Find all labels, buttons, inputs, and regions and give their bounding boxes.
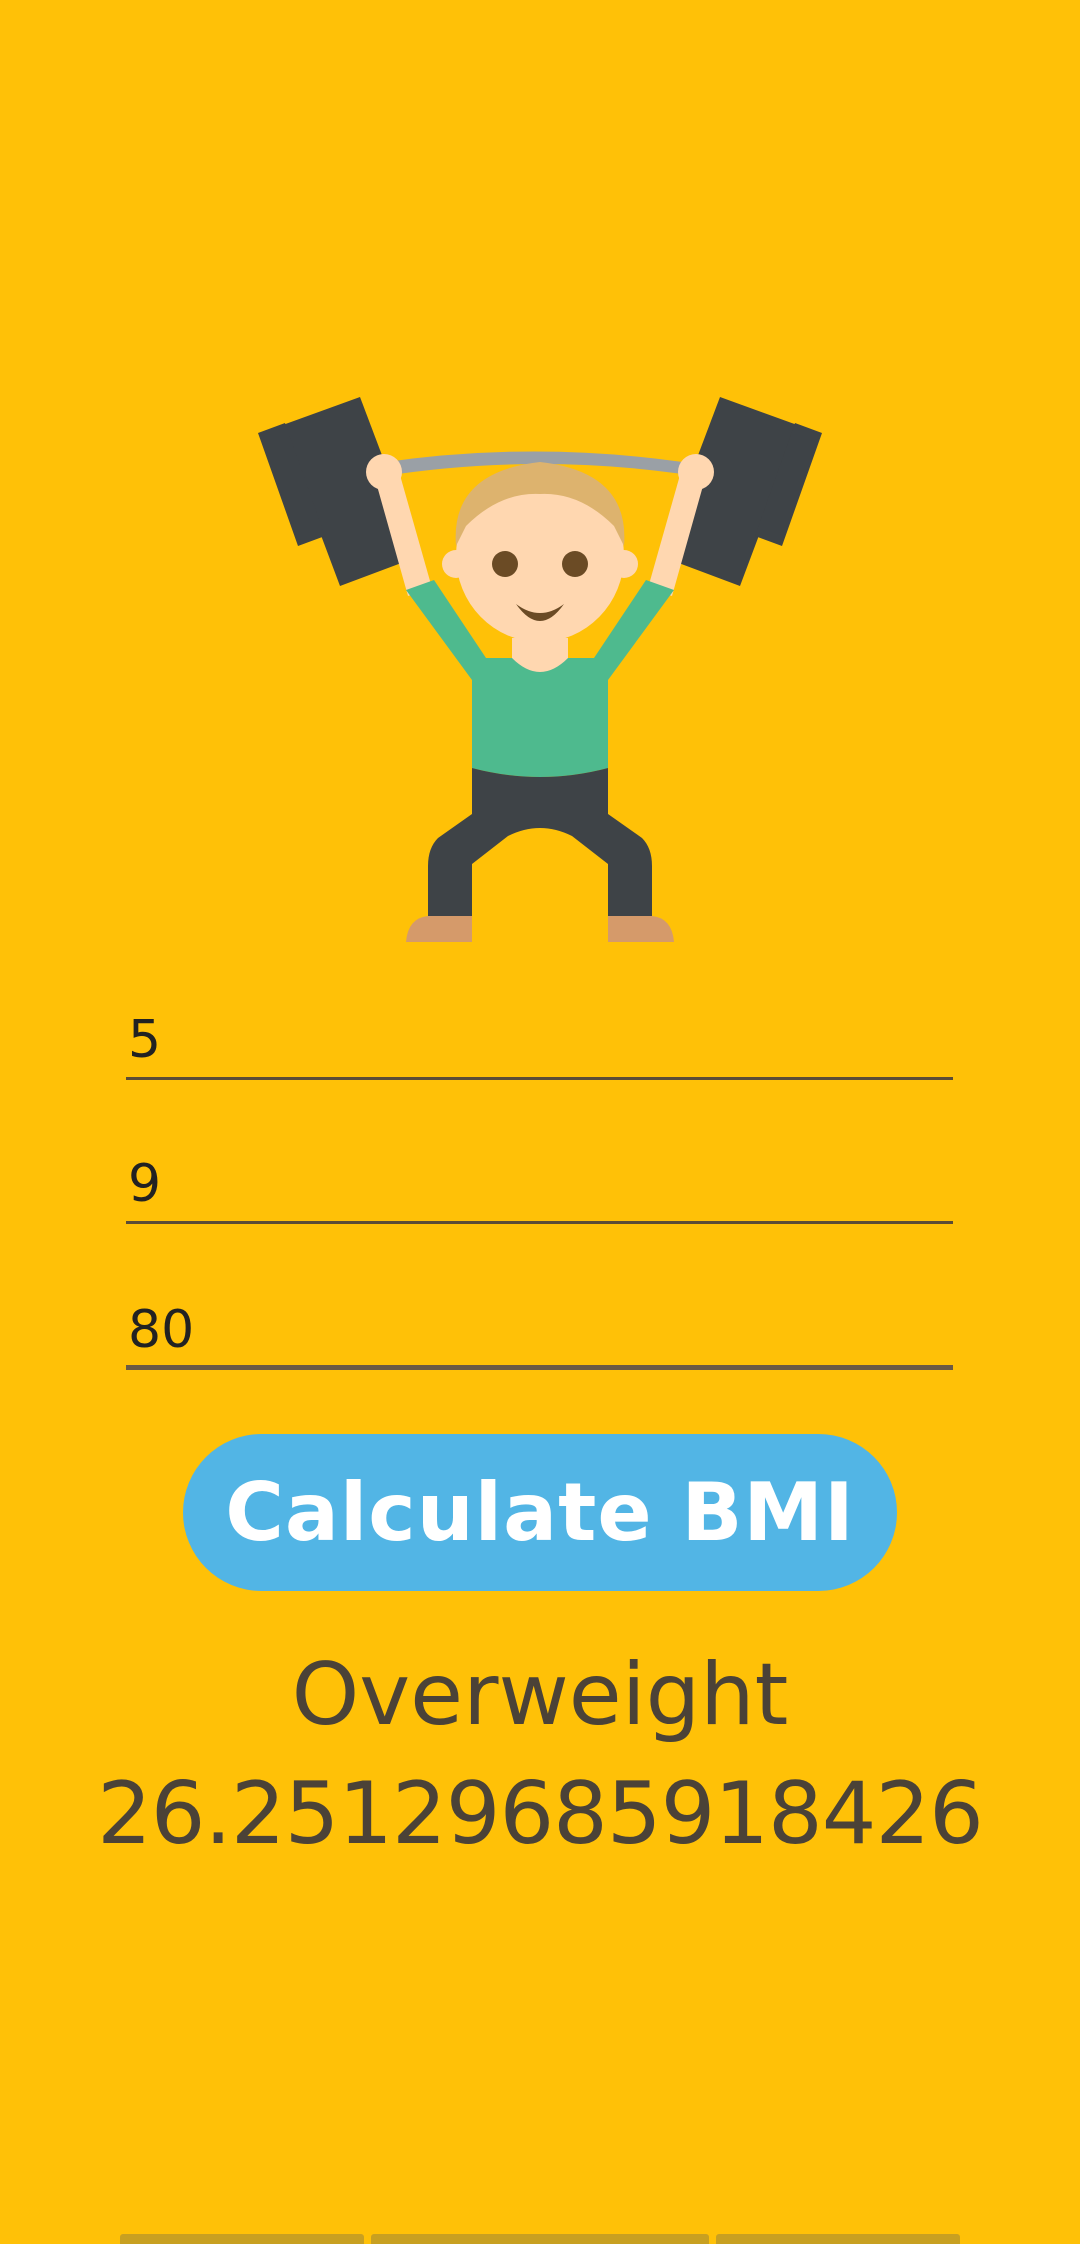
shirt-icon (472, 658, 608, 777)
bottom-tab-left[interactable] (120, 2234, 364, 2244)
pants-icon (428, 768, 652, 918)
inches-value: 9 (128, 1154, 162, 1214)
feet-value: 5 (128, 1010, 162, 1070)
inches-underline (126, 1221, 953, 1224)
face-icon (442, 462, 638, 642)
bottom-tab-right[interactable] (716, 2234, 960, 2244)
calculate-bmi-button[interactable]: Calculate BMI (183, 1434, 897, 1591)
bmi-category: Overweight (291, 1645, 789, 1745)
weight-input[interactable]: 80 (126, 1274, 953, 1370)
weightlifter-illustration (258, 397, 822, 942)
weight-value: 80 (128, 1300, 195, 1360)
bmi-value: 26.25129685918426 (97, 1764, 984, 1864)
bottom-tab-center[interactable] (371, 2234, 709, 2244)
feet-underline (126, 1077, 953, 1080)
weight-underline (126, 1365, 953, 1370)
inches-input[interactable]: 9 (126, 1128, 953, 1224)
feet-input[interactable]: 5 (126, 984, 953, 1080)
